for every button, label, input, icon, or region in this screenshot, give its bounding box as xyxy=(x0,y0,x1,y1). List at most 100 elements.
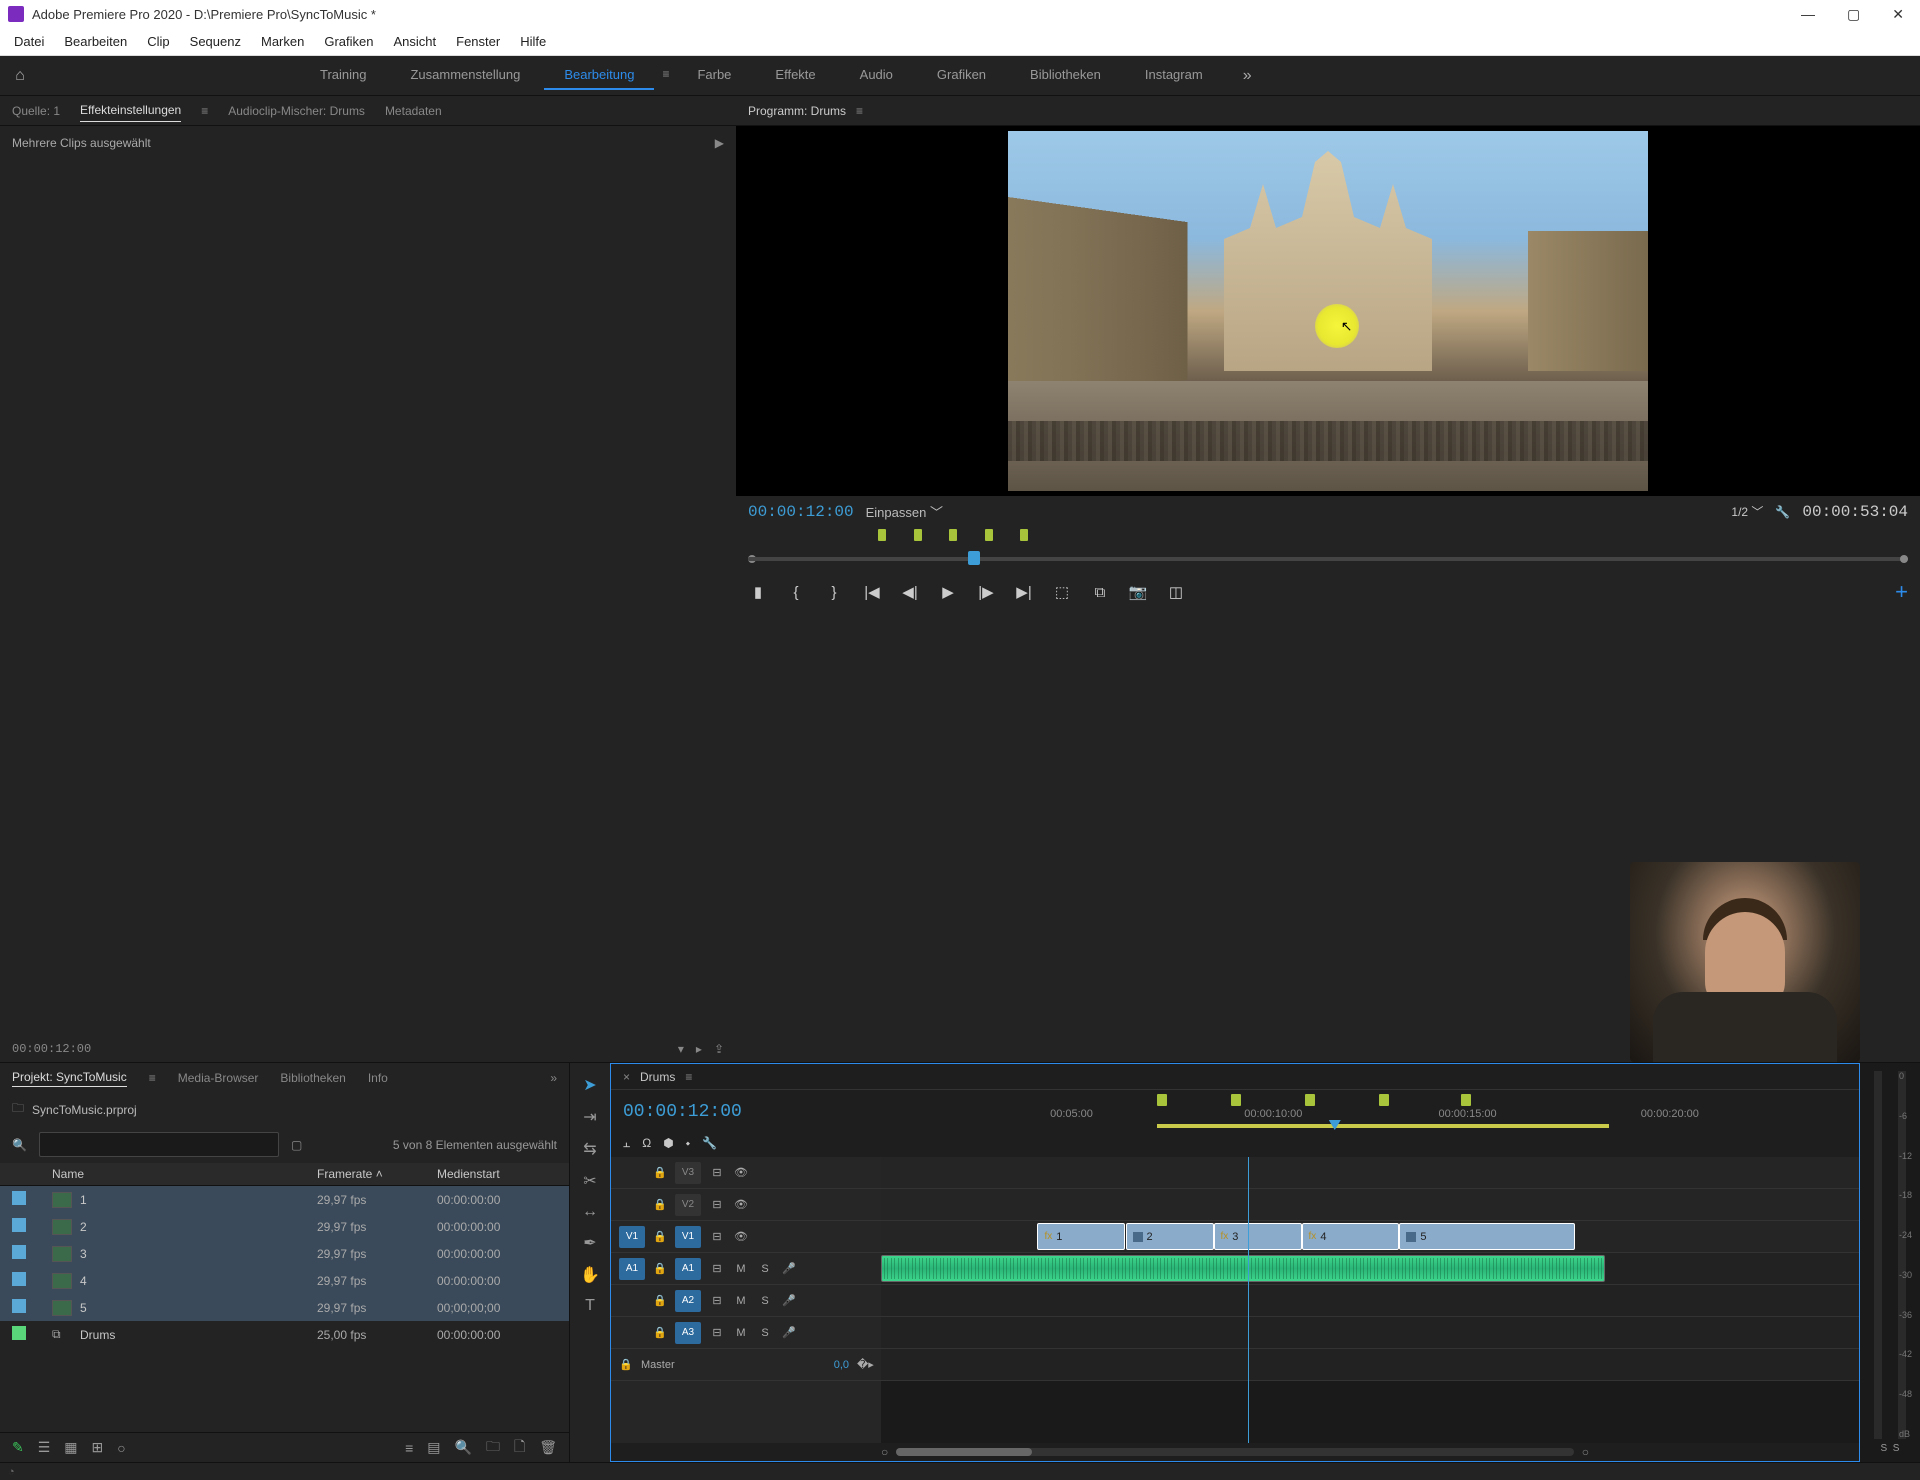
tab-bibliotheken[interactable]: Bibliotheken xyxy=(280,1071,345,1085)
goto-out-button[interactable]: ▶| xyxy=(1014,583,1034,601)
hand-tool[interactable]: ✋ xyxy=(580,1265,600,1285)
menu-marken[interactable]: Marken xyxy=(251,30,314,53)
ws-bearbeitung[interactable]: Bearbeitung xyxy=(544,61,654,90)
solo-button[interactable]: S xyxy=(757,1327,773,1339)
filter-icon[interactable]: ▾ xyxy=(678,1042,684,1056)
automate-icon[interactable]: ▤ xyxy=(427,1439,440,1456)
scrub-end[interactable] xyxy=(1900,555,1908,563)
freeform-view-icon[interactable]: ⊞ xyxy=(92,1439,104,1456)
clip-3[interactable]: fx3 xyxy=(1214,1223,1302,1250)
razor-tool[interactable]: ✂ xyxy=(583,1171,596,1191)
ws-farbe[interactable]: Farbe xyxy=(677,61,751,90)
timeline-marker[interactable] xyxy=(1379,1094,1389,1106)
scrub-handle[interactable] xyxy=(968,551,980,565)
search-input[interactable] xyxy=(39,1132,279,1157)
sync-lock-icon[interactable]: ⊟ xyxy=(709,1230,725,1243)
step-fwd-button[interactable]: |▶ xyxy=(976,583,996,601)
menu-datei[interactable]: Datei xyxy=(4,30,54,53)
playonly-icon[interactable]: ▸ xyxy=(696,1042,702,1056)
track-header-master[interactable]: 🔒Master 0,0 �▸ xyxy=(611,1349,881,1381)
project-row[interactable]: 5 29,97 fps00;00;00;00 xyxy=(0,1294,569,1321)
project-row[interactable]: 3 29,97 fps00:00:00:00 xyxy=(0,1240,569,1267)
marker-icon[interactable]: ⬢ xyxy=(663,1136,673,1151)
project-row[interactable]: 2 29,97 fps00:00:00:00 xyxy=(0,1213,569,1240)
close-button[interactable]: ✕ xyxy=(1884,4,1912,25)
ws-menu-icon[interactable]: ≡ xyxy=(658,61,673,90)
new-item-icon[interactable]: 🗋 xyxy=(514,1436,525,1460)
solo-right[interactable]: S xyxy=(1893,1443,1900,1454)
export-icon[interactable]: ⇪ xyxy=(714,1042,724,1056)
program-marker[interactable] xyxy=(878,529,886,541)
program-marker[interactable] xyxy=(914,529,922,541)
minimize-button[interactable]: — xyxy=(1793,4,1823,25)
wrench-icon[interactable]: 🔧 xyxy=(1775,505,1790,519)
timeline-ruler[interactable]: 00:05:0000:00:10:0000:00:15:0000:00:20:0… xyxy=(1026,1094,1847,1130)
find-icon[interactable]: 🔍 xyxy=(455,1439,472,1456)
ripple-tool[interactable]: ⇆ xyxy=(583,1139,596,1159)
selection-tool[interactable]: ➤ xyxy=(583,1075,596,1095)
track-header-A2[interactable]: 🔒 A2 ⊟ M S 🎤 xyxy=(611,1285,881,1317)
add-marker-button[interactable]: ▮ xyxy=(748,583,768,601)
tab-overflow-icon[interactable]: » xyxy=(550,1071,557,1085)
audio-clip[interactable] xyxy=(881,1255,1605,1282)
settings-icon[interactable]: ⬩ xyxy=(686,1136,690,1151)
sync-lock-icon[interactable]: ⊟ xyxy=(709,1326,725,1339)
mute-button[interactable]: M xyxy=(733,1327,749,1339)
program-marker-strip[interactable] xyxy=(736,527,1920,545)
pen-tool[interactable]: ✒ xyxy=(583,1233,596,1253)
track-lane-A1[interactable] xyxy=(881,1253,1859,1285)
track-select-tool[interactable]: ⇥ xyxy=(583,1107,596,1127)
h-scroll-right[interactable]: ○ xyxy=(1582,1445,1589,1459)
ws-grafiken[interactable]: Grafiken xyxy=(917,61,1006,90)
list-view-icon[interactable]: ☰ xyxy=(38,1439,51,1456)
ws-training[interactable]: Training xyxy=(300,61,386,90)
effect-timecode[interactable]: 00:00:12:00 xyxy=(12,1042,91,1056)
col-medienstart[interactable]: Medienstart xyxy=(437,1167,557,1181)
clip-5[interactable]: 5 xyxy=(1399,1223,1575,1250)
timeline-menu-icon[interactable]: ≡ xyxy=(685,1070,692,1084)
tab-project[interactable]: Projekt: SyncToMusic xyxy=(12,1070,127,1087)
maximize-button[interactable]: ▢ xyxy=(1839,4,1868,25)
extract-button[interactable]: ⧉ xyxy=(1090,584,1110,601)
step-back-button[interactable]: ◀| xyxy=(900,583,920,601)
eye-icon[interactable]: 👁 xyxy=(733,1230,749,1243)
col-name[interactable]: Name xyxy=(52,1167,317,1181)
solo-button[interactable]: S xyxy=(757,1295,773,1307)
zoom-slider[interactable]: ○ xyxy=(117,1440,125,1456)
track-lane-A2[interactable] xyxy=(881,1285,1859,1317)
col-framerate[interactable]: Framerate ˄ xyxy=(317,1167,437,1181)
track-header-A3[interactable]: 🔒 A3 ⊟ M S 🎤 xyxy=(611,1317,881,1349)
play-button[interactable]: ▶ xyxy=(938,583,958,601)
track-lane-V3[interactable] xyxy=(881,1157,1859,1189)
clip-1[interactable]: fx1 xyxy=(1037,1223,1125,1250)
effect-expand-icon[interactable]: ▶ xyxy=(715,136,724,150)
ws-overflow-icon[interactable]: » xyxy=(1243,67,1252,85)
new-bin-icon[interactable]: 🗀 xyxy=(486,1436,500,1460)
h-scrollbar[interactable] xyxy=(896,1448,1574,1456)
voiceover-icon[interactable]: 🎤 xyxy=(781,1262,797,1275)
program-marker[interactable] xyxy=(985,529,993,541)
mark-in-button[interactable]: { xyxy=(786,584,806,601)
tab-menu-icon[interactable]: ≡ xyxy=(201,100,208,122)
menu-ansicht[interactable]: Ansicht xyxy=(383,30,446,53)
wrench-icon[interactable]: 🔧 xyxy=(702,1136,717,1151)
mute-button[interactable]: M xyxy=(733,1295,749,1307)
project-row[interactable]: ⧉Drums 25,00 fps00:00:00:00 xyxy=(0,1321,569,1348)
menu-bearbeiten[interactable]: Bearbeiten xyxy=(54,30,137,53)
lift-button[interactable]: ⬚ xyxy=(1052,583,1072,601)
program-monitor[interactable]: ↖ xyxy=(736,126,1920,496)
ws-instagram[interactable]: Instagram xyxy=(1125,61,1223,90)
track-header-V1[interactable]: V1🔒 V1 ⊟ 👁 xyxy=(611,1221,881,1253)
eye-icon[interactable]: 👁 xyxy=(733,1198,749,1211)
home-button[interactable]: ⌂ xyxy=(0,67,40,85)
ws-effekte[interactable]: Effekte xyxy=(755,61,835,90)
filter-icon[interactable]: ▢ xyxy=(291,1138,302,1152)
zoom-dropdown[interactable]: 1/2 ﹀ xyxy=(1731,503,1763,520)
voiceover-icon[interactable]: 🎤 xyxy=(781,1326,797,1339)
eye-icon[interactable]: 👁 xyxy=(733,1166,749,1179)
track-header-V3[interactable]: 🔒 V3 ⊟ 👁 xyxy=(611,1157,881,1189)
program-menu-icon[interactable]: ≡ xyxy=(856,104,863,118)
tab-info[interactable]: Info xyxy=(368,1071,388,1085)
solo-button[interactable]: S xyxy=(757,1263,773,1275)
track-header-V2[interactable]: 🔒 V2 ⊟ 👁 xyxy=(611,1189,881,1221)
